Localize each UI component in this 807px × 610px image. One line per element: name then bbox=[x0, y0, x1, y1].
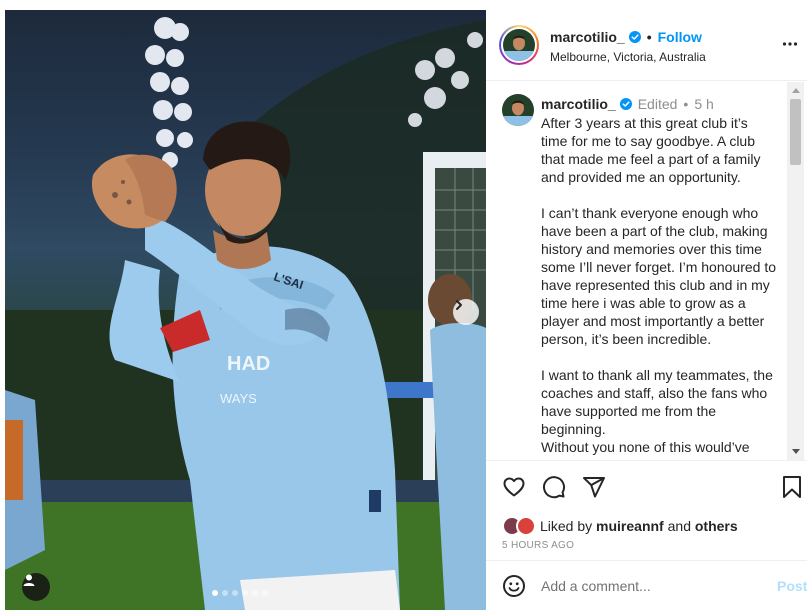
liked-by-user[interactable]: muireannf bbox=[596, 518, 664, 534]
scroll-down-arrow-icon[interactable] bbox=[792, 449, 800, 454]
verified-badge-icon bbox=[628, 31, 641, 43]
carousel-dot bbox=[232, 590, 238, 596]
instagram-post-modal: HAD WAYS L'SAI marcotilio_ • Follow Melb… bbox=[0, 0, 807, 610]
post-header: marcotilio_ • Follow Melbourne, Victoria… bbox=[486, 10, 807, 81]
heart-icon[interactable] bbox=[502, 475, 526, 504]
comment-icon[interactable] bbox=[542, 475, 566, 504]
liked-by-avatars[interactable] bbox=[502, 516, 538, 536]
svg-text:WAYS: WAYS bbox=[220, 391, 257, 406]
post-location[interactable]: Melbourne, Victoria, Australia bbox=[550, 50, 706, 64]
share-icon[interactable] bbox=[582, 475, 606, 504]
caption-section: marcotilio_ Edited • 5 h After 3 years a… bbox=[486, 82, 807, 460]
caption-scrollbar[interactable] bbox=[787, 82, 804, 460]
author-line: marcotilio_ • Follow bbox=[550, 29, 702, 45]
author-username[interactable]: marcotilio_ bbox=[550, 29, 625, 45]
comment-composer: Post bbox=[486, 560, 807, 610]
next-photo-button[interactable] bbox=[453, 299, 479, 325]
carousel-dot bbox=[212, 590, 218, 596]
post-actions: Liked by muireannf and others 5 HOURS AG… bbox=[486, 460, 807, 560]
tagged-users-button[interactable] bbox=[22, 573, 50, 601]
caption-username[interactable]: marcotilio_ bbox=[541, 96, 616, 112]
svg-text:HAD: HAD bbox=[227, 353, 270, 375]
post-details-panel: marcotilio_ • Follow Melbourne, Victoria… bbox=[486, 10, 807, 610]
caption-text: After 3 years at this great club it’s ti… bbox=[541, 114, 777, 456]
edited-label: Edited bbox=[637, 96, 678, 112]
liked-by-prefix: Liked by bbox=[540, 518, 593, 534]
emoji-icon[interactable] bbox=[502, 574, 526, 603]
liker-avatar bbox=[516, 516, 536, 536]
carousel-dot bbox=[262, 590, 268, 596]
carousel-dot bbox=[222, 590, 228, 596]
liked-by-line: Liked by muireannf and others bbox=[502, 516, 738, 536]
scroll-up-arrow-icon[interactable] bbox=[792, 88, 800, 93]
header-separator: • bbox=[646, 29, 652, 45]
scrollbar-thumb[interactable] bbox=[790, 99, 801, 165]
caption-paragraph: I can’t thank everyone enough who have b… bbox=[541, 205, 777, 347]
carousel-dot bbox=[242, 590, 248, 596]
post-comment-button[interactable]: Post bbox=[777, 578, 807, 594]
comment-input[interactable] bbox=[541, 574, 771, 598]
caption-avatar[interactable] bbox=[502, 94, 534, 126]
verified-badge-icon bbox=[619, 98, 632, 110]
carousel-indicator bbox=[212, 590, 268, 596]
caption-paragraph: I want to thank all my teammates, the co… bbox=[541, 367, 773, 437]
caption-separator: • bbox=[683, 96, 689, 112]
post-photo[interactable]: HAD WAYS L'SAI bbox=[5, 10, 486, 610]
follow-button[interactable]: Follow bbox=[658, 29, 702, 45]
photo-illustration: HAD WAYS L'SAI bbox=[5, 17, 486, 610]
caption-header: marcotilio_ Edited • 5 h bbox=[541, 96, 714, 112]
carousel-dot bbox=[252, 590, 258, 596]
caption-paragraph: Without you none of this would’ve bbox=[541, 439, 750, 455]
caption-time[interactable]: 5 h bbox=[694, 96, 713, 112]
caption-paragraph: After 3 years at this great club it’s ti… bbox=[541, 115, 761, 185]
bookmark-icon[interactable] bbox=[782, 475, 802, 504]
more-options-icon[interactable] bbox=[782, 36, 798, 57]
liked-by-and: and bbox=[667, 518, 691, 534]
post-timestamp[interactable]: 5 HOURS AGO bbox=[502, 540, 574, 551]
liked-by-others[interactable]: others bbox=[695, 518, 738, 534]
author-avatar[interactable] bbox=[499, 25, 539, 65]
